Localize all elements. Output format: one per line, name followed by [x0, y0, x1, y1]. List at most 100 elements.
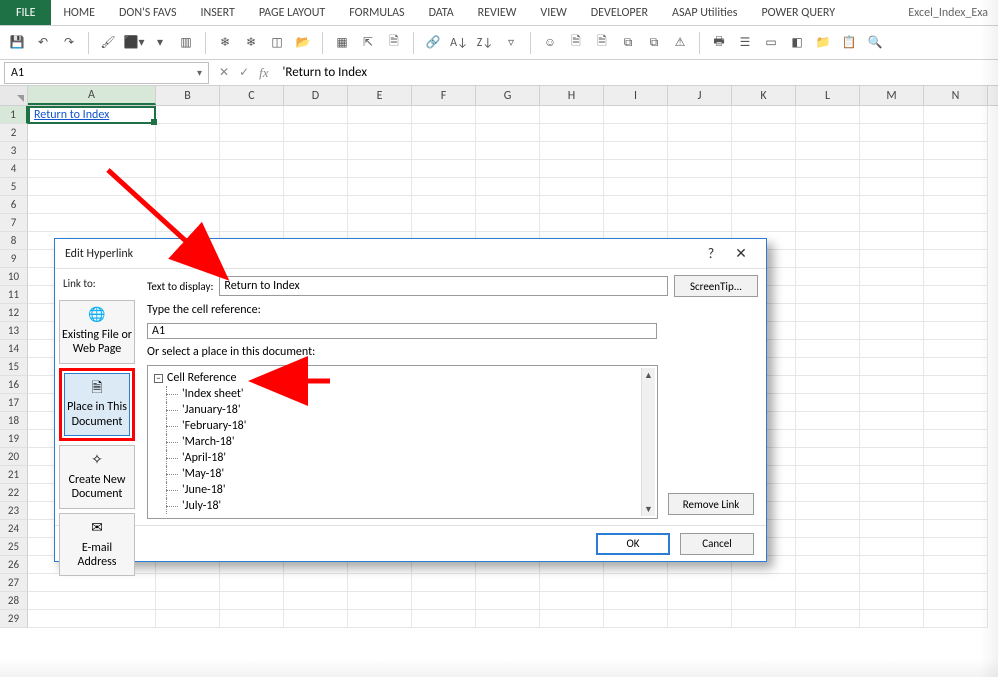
cell[interactable] — [284, 160, 348, 178]
row-header-23[interactable]: 23 — [0, 502, 28, 520]
row-header-17[interactable]: 17 — [0, 394, 28, 412]
cell[interactable] — [860, 340, 924, 358]
cell[interactable] — [156, 160, 220, 178]
copy2-icon[interactable]: ⧉ — [645, 34, 663, 52]
cell[interactable] — [860, 178, 924, 196]
row-header-6[interactable]: 6 — [0, 196, 28, 214]
cell[interactable] — [732, 196, 796, 214]
cell[interactable] — [796, 232, 860, 250]
tree-item-march-18[interactable]: 'March-18' — [150, 434, 655, 450]
cell[interactable] — [924, 178, 988, 196]
cell[interactable] — [156, 142, 220, 160]
link-icon[interactable]: 🔗 — [424, 34, 442, 52]
row-header-20[interactable]: 20 — [0, 448, 28, 466]
filter2-icon[interactable]: ▿ — [502, 34, 520, 52]
row-header-26[interactable]: 26 — [0, 556, 28, 574]
cell[interactable] — [412, 124, 476, 142]
cell[interactable] — [796, 412, 860, 430]
cell[interactable] — [796, 286, 860, 304]
cell[interactable] — [668, 106, 732, 124]
name-box[interactable]: A1 ▾ — [4, 62, 209, 84]
copy-icon[interactable]: ⧉ — [619, 34, 637, 52]
cell[interactable] — [796, 538, 860, 556]
cell[interactable] — [860, 412, 924, 430]
cell[interactable] — [860, 538, 924, 556]
cell[interactable] — [540, 610, 604, 628]
cell[interactable] — [348, 142, 412, 160]
hide-icon[interactable]: ▥ — [177, 34, 195, 52]
cell[interactable] — [796, 430, 860, 448]
cell[interactable] — [924, 538, 988, 556]
tree-item-february-18[interactable]: 'February-18' — [150, 418, 655, 434]
tab-developer[interactable]: DEVELOPER — [579, 0, 660, 25]
col-I[interactable]: I — [604, 86, 668, 105]
cell[interactable] — [924, 358, 988, 376]
row-header-1[interactable]: 1 — [0, 106, 28, 124]
cell[interactable] — [924, 232, 988, 250]
cell[interactable] — [156, 196, 220, 214]
tree-root-cell-reference[interactable]: − Cell Reference — [150, 370, 655, 386]
cell[interactable] — [476, 178, 540, 196]
cell[interactable] — [860, 142, 924, 160]
list-icon[interactable]: ☰ — [736, 34, 754, 52]
ok-button[interactable]: OK — [596, 533, 670, 555]
row-header-18[interactable]: 18 — [0, 412, 28, 430]
cell[interactable] — [28, 160, 156, 178]
cell[interactable] — [28, 214, 156, 232]
cell[interactable] — [412, 574, 476, 592]
cell[interactable] — [732, 124, 796, 142]
cell[interactable] — [284, 574, 348, 592]
cell[interactable] — [604, 196, 668, 214]
cell[interactable] — [348, 592, 412, 610]
open-icon[interactable]: 📂 — [294, 34, 312, 52]
cell[interactable] — [860, 358, 924, 376]
cell[interactable] — [924, 610, 988, 628]
cell[interactable] — [540, 124, 604, 142]
cell[interactable] — [540, 178, 604, 196]
cell[interactable] — [924, 142, 988, 160]
row-header-19[interactable]: 19 — [0, 430, 28, 448]
cell-reference-input[interactable] — [147, 323, 657, 339]
col-H[interactable]: H — [540, 86, 604, 105]
text-to-display-input[interactable] — [219, 276, 668, 296]
row-header-25[interactable]: 25 — [0, 538, 28, 556]
tab-home[interactable]: HOME — [51, 0, 107, 25]
cell[interactable] — [924, 466, 988, 484]
cell[interactable] — [860, 430, 924, 448]
cell[interactable] — [860, 304, 924, 322]
cell[interactable] — [668, 142, 732, 160]
tab-insert[interactable]: INSERT — [188, 0, 246, 25]
row-header-14[interactable]: 14 — [0, 340, 28, 358]
cell[interactable] — [924, 160, 988, 178]
tab-view[interactable]: VIEW — [528, 0, 578, 25]
cell[interactable] — [796, 466, 860, 484]
cell[interactable] — [604, 214, 668, 232]
cell[interactable] — [476, 574, 540, 592]
tree-item-july-18[interactable]: 'July-18' — [150, 498, 655, 514]
cell[interactable] — [796, 178, 860, 196]
print-icon[interactable]: 🖶 — [710, 34, 728, 52]
cell[interactable] — [412, 610, 476, 628]
tree-item-january-18[interactable]: 'January-18' — [150, 402, 655, 418]
undo-icon[interactable]: ↶ — [34, 34, 52, 52]
cell[interactable] — [732, 106, 796, 124]
cell[interactable] — [796, 124, 860, 142]
formula-input[interactable] — [279, 62, 998, 84]
cell[interactable] — [540, 574, 604, 592]
cell[interactable] — [860, 520, 924, 538]
col-J[interactable]: J — [668, 86, 732, 105]
cell[interactable] — [668, 610, 732, 628]
cell[interactable] — [860, 286, 924, 304]
cell[interactable] — [604, 592, 668, 610]
cell[interactable] — [796, 376, 860, 394]
cell[interactable] — [220, 142, 284, 160]
cell[interactable] — [412, 160, 476, 178]
cell[interactable] — [540, 106, 604, 124]
cell[interactable] — [412, 196, 476, 214]
cell[interactable] — [860, 502, 924, 520]
cell[interactable] — [604, 124, 668, 142]
cell[interactable] — [796, 268, 860, 286]
cell[interactable] — [860, 376, 924, 394]
row-header-29[interactable]: 29 — [0, 610, 28, 628]
cell[interactable] — [860, 448, 924, 466]
